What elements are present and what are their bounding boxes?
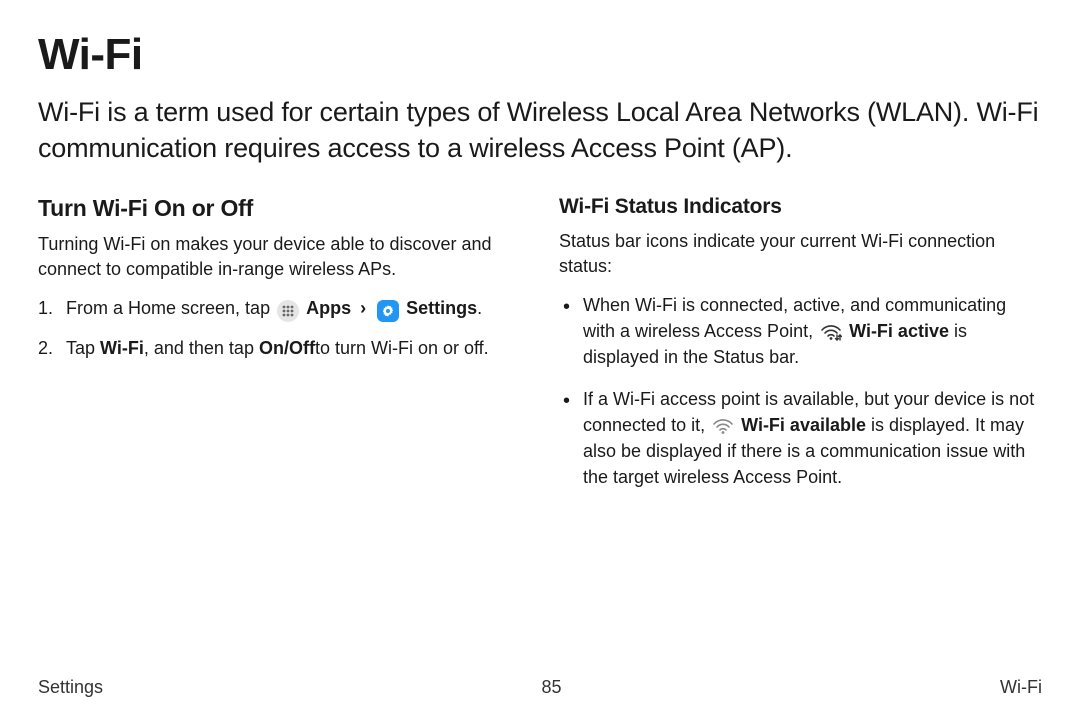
wifi-available-icon	[712, 417, 734, 435]
settings-label: Settings	[406, 298, 477, 318]
turn-wifi-lead: Turning Wi-Fi on makes your device able …	[38, 232, 521, 282]
footer-right: Wi-Fi	[1000, 677, 1042, 698]
page-title: Wi-Fi	[38, 30, 1042, 80]
settings-icon	[377, 300, 399, 322]
bullet-wifi-available: If a Wi-Fi access point is available, bu…	[559, 387, 1042, 491]
intro-paragraph: Wi-Fi is a term used for certain types o…	[38, 94, 1042, 167]
footer-page-number: 85	[542, 677, 562, 698]
chevron-right-icon: ›	[360, 298, 366, 318]
footer-left: Settings	[38, 677, 103, 698]
left-column: Turn Wi-Fi On or Off Turning Wi-Fi on ma…	[38, 195, 521, 507]
step-1-pre: From a Home screen, tap	[66, 298, 275, 318]
step-2: Tap Wi-Fi, and then tap On/Offto turn Wi…	[38, 336, 521, 362]
wifi-active-icon	[820, 323, 842, 341]
status-indicators-lead: Status bar icons indicate your current W…	[559, 229, 1042, 279]
apps-label: Apps	[306, 298, 351, 318]
right-column: Wi-Fi Status Indicators Status bar icons…	[559, 195, 1042, 507]
bullet-wifi-active: When Wi-Fi is connected, active, and com…	[559, 293, 1042, 371]
step-1-post: .	[477, 298, 482, 318]
apps-icon	[277, 300, 299, 322]
turn-wifi-heading: Turn Wi-Fi On or Off	[38, 195, 521, 222]
page-footer: Settings 85 Wi-Fi	[38, 665, 1042, 698]
status-indicators-heading: Wi-Fi Status Indicators	[559, 195, 1042, 219]
step-1: From a Home screen, tap Apps ›	[38, 296, 521, 322]
